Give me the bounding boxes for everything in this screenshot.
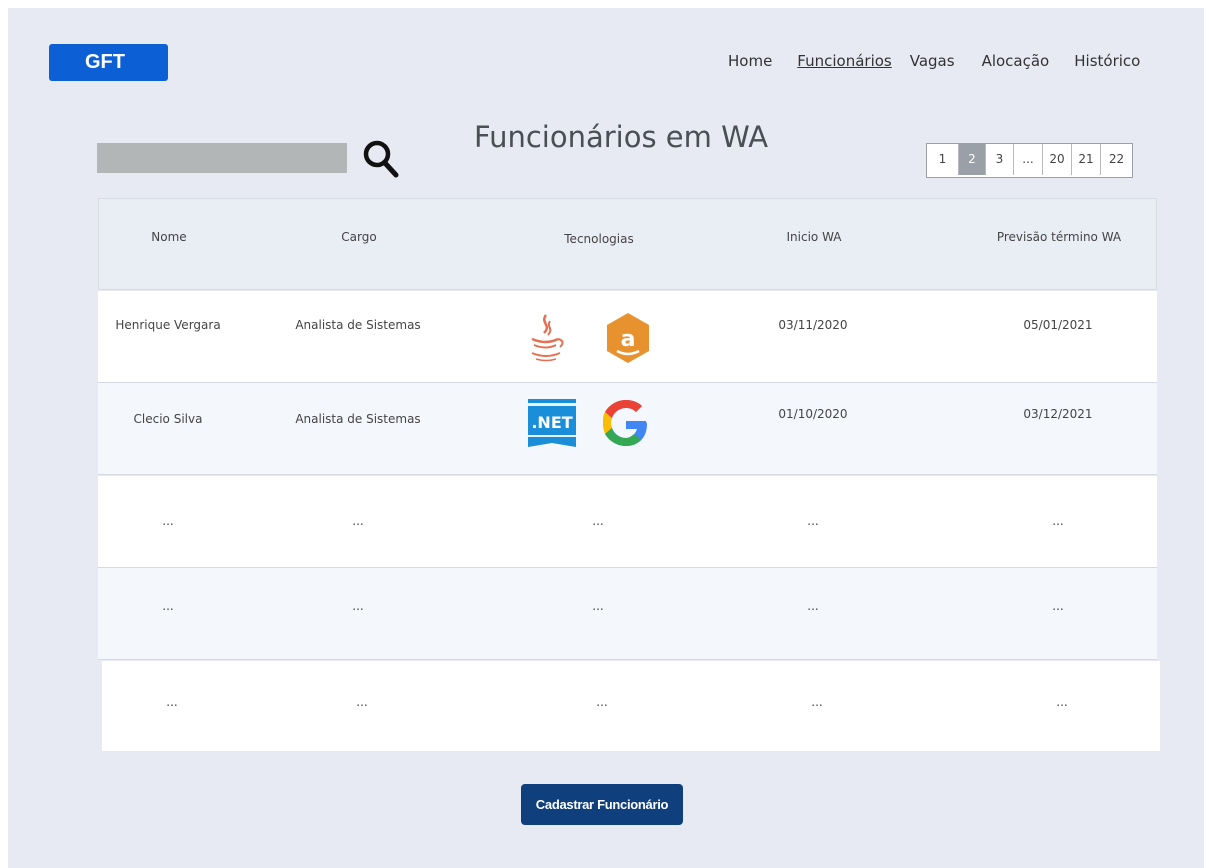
cell-inicio: 03/11/2020 <box>778 318 848 332</box>
column-header-termino[interactable]: Previsão término WA <box>959 230 1159 244</box>
cell-cargo: Analista de Sistemas <box>295 318 421 332</box>
column-header-cargo[interactable]: Cargo <box>259 230 459 244</box>
cell-nome: ... <box>162 514 174 528</box>
nav-item-home[interactable]: Home <box>728 52 772 70</box>
page-link-20[interactable]: 20 <box>1043 144 1072 175</box>
java-icon <box>526 313 566 366</box>
cell-termino: ... <box>1056 695 1068 709</box>
cell-tecnologias: ... <box>592 599 604 613</box>
table-row[interactable]: ... ... ... ... ... <box>98 476 1157 568</box>
cell-cargo: ... <box>352 599 364 613</box>
table-row[interactable]: Henrique Vergara Analista de Sistemas a … <box>98 291 1157 383</box>
google-icon <box>600 397 652 452</box>
search-button[interactable] <box>360 136 404 182</box>
column-header-nome[interactable]: Nome <box>99 230 239 244</box>
table-row[interactable]: ... ... ... ... ... <box>98 568 1157 660</box>
column-header-tecnologias[interactable]: Tecnologias <box>499 232 699 246</box>
search-input[interactable] <box>97 143 347 173</box>
pagination: 1 2 3 ... 20 21 22 <box>926 143 1133 178</box>
dotnet-icon: .NET <box>526 397 578 452</box>
cell-cargo: Analista de Sistemas <box>295 412 421 426</box>
cell-nome: Henrique Vergara <box>115 318 221 332</box>
page-link-1[interactable]: 1 <box>927 144 959 175</box>
cell-inicio: ... <box>807 599 819 613</box>
main-nav: Home Funcionários Vagas Alocação Históri… <box>728 52 1140 70</box>
page-title: Funcionários em WA <box>474 120 769 154</box>
page-ellipsis: ... <box>1014 144 1043 175</box>
column-header-inicio[interactable]: Inicio WA <box>709 230 919 244</box>
amazon-icon: a <box>603 311 653 368</box>
cell-nome: Clecio Silva <box>133 412 203 426</box>
cadastrar-funcionario-button[interactable]: Cadastrar Funcionário <box>521 784 683 825</box>
cell-nome: ... <box>166 695 178 709</box>
table-row[interactable]: Clecio Silva Analista de Sistemas .NET 0… <box>98 383 1157 475</box>
page-link-2[interactable]: 2 <box>959 144 986 175</box>
cell-cargo: ... <box>356 695 368 709</box>
cell-inicio: ... <box>807 514 819 528</box>
cell-tecnologias: ... <box>592 514 604 528</box>
cell-inicio: ... <box>811 695 823 709</box>
cell-nome: ... <box>162 599 174 613</box>
nav-item-alocacao[interactable]: Alocação <box>982 52 1050 70</box>
table-row[interactable]: ... ... ... ... ... <box>102 661 1160 751</box>
svg-text:a: a <box>621 327 636 352</box>
page-link-3[interactable]: 3 <box>986 144 1014 175</box>
brand-logo[interactable]: GFT <box>49 44 168 81</box>
cell-tecnologias: ... <box>596 695 608 709</box>
cell-termino: ... <box>1052 514 1064 528</box>
cell-inicio: 01/10/2020 <box>778 407 848 421</box>
page-link-21[interactable]: 21 <box>1072 144 1101 175</box>
nav-item-funcionarios[interactable]: Funcionários <box>797 52 891 70</box>
cell-cargo: ... <box>352 514 364 528</box>
page-link-22[interactable]: 22 <box>1101 144 1132 175</box>
nav-item-historico[interactable]: Histórico <box>1074 52 1140 70</box>
cell-termino: 03/12/2021 <box>1023 407 1093 421</box>
cell-termino: ... <box>1052 599 1064 613</box>
table-header: Nome Cargo Tecnologias Inicio WA Previsã… <box>98 198 1157 290</box>
search-icon <box>363 140 399 178</box>
cell-termino: 05/01/2021 <box>1023 318 1093 332</box>
svg-text:.NET: .NET <box>531 413 572 432</box>
nav-item-vagas[interactable]: Vagas <box>910 52 955 70</box>
